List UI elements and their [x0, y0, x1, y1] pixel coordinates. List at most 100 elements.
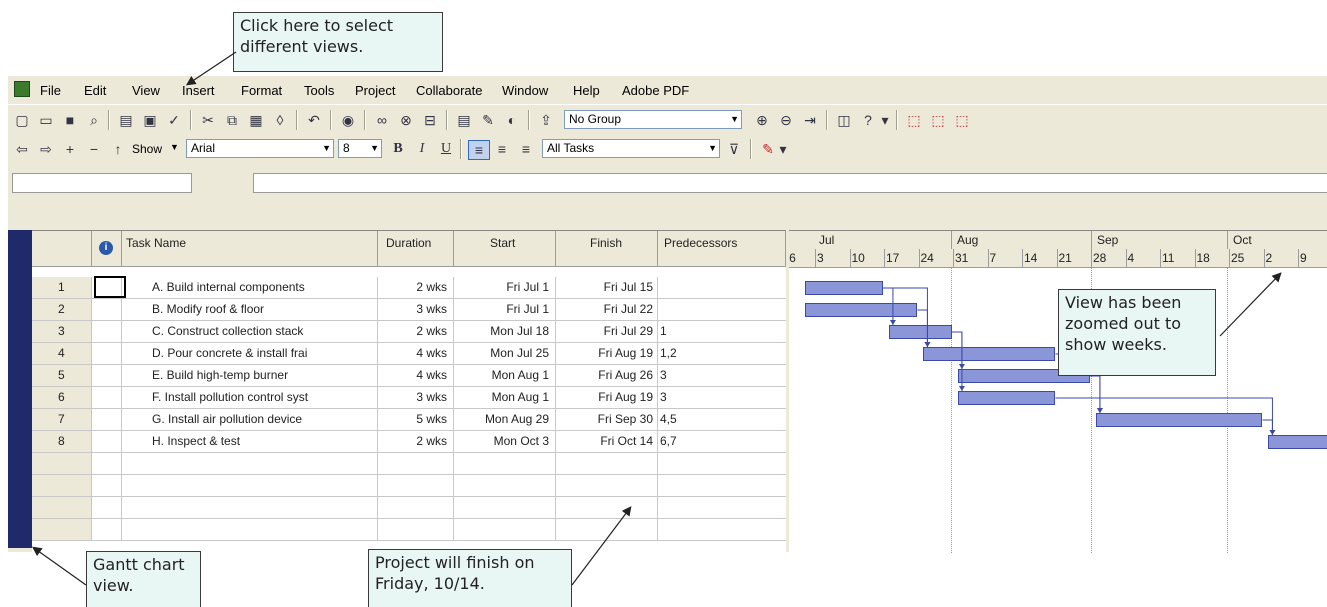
- entry-field[interactable]: [253, 173, 1327, 193]
- indicator-cell[interactable]: [92, 299, 122, 320]
- predecessors-cell[interactable]: 1,2: [658, 343, 786, 364]
- indent-icon[interactable]: ⇨: [36, 140, 56, 158]
- assign-resources-icon[interactable]: ◐: [502, 111, 522, 129]
- zoom-out-icon[interactable]: ⊖: [776, 111, 796, 129]
- predecessors-cell[interactable]: [658, 453, 786, 474]
- entry-cancel-area[interactable]: [12, 173, 192, 193]
- italic-button[interactable]: I: [412, 140, 432, 158]
- menu-project[interactable]: Project: [355, 83, 395, 98]
- font-select[interactable]: Arial ▼: [186, 139, 334, 158]
- finish-cell[interactable]: Fri Oct 14: [556, 431, 658, 452]
- task-name-cell[interactable]: [122, 453, 378, 474]
- duration-cell[interactable]: 4 wks: [378, 365, 454, 386]
- duration-cell[interactable]: [378, 519, 454, 540]
- table-row[interactable]: 5 E. Build high-temp burner 4 wks Mon Au…: [32, 365, 786, 387]
- menu-adobe-pdf[interactable]: Adobe PDF: [622, 83, 689, 98]
- save-icon[interactable]: ■: [60, 111, 80, 129]
- finish-cell[interactable]: [556, 453, 658, 474]
- align-left-icon[interactable]: ≡: [468, 140, 490, 160]
- scroll-to-task-icon[interactable]: ⇥: [800, 111, 820, 129]
- adobe-pdf-icon[interactable]: ⬚: [904, 111, 924, 129]
- duration-cell[interactable]: [378, 475, 454, 496]
- predecessors-cell[interactable]: 3: [658, 365, 786, 386]
- finish-cell[interactable]: Fri Sep 30: [556, 409, 658, 430]
- finish-cell[interactable]: Fri Aug 19: [556, 343, 658, 364]
- menu-format[interactable]: Format: [241, 83, 282, 98]
- start-cell[interactable]: Mon Aug 1: [454, 365, 556, 386]
- cut-icon[interactable]: ✂: [198, 111, 218, 129]
- duration-cell[interactable]: 2 wks: [378, 277, 454, 298]
- menu-help[interactable]: Help: [573, 83, 600, 98]
- predecessors-cell[interactable]: 6,7: [658, 431, 786, 452]
- task-name-cell[interactable]: [122, 475, 378, 496]
- duration-cell[interactable]: 4 wks: [378, 343, 454, 364]
- predecessors-cell[interactable]: [658, 475, 786, 496]
- finish-cell[interactable]: [556, 497, 658, 518]
- gantt-chart[interactable]: Jul Aug Sep Oct 263101724317142128411182…: [789, 230, 1327, 553]
- start-cell[interactable]: Mon Oct 3: [454, 431, 556, 452]
- menu-edit[interactable]: Edit: [84, 83, 106, 98]
- table-row-empty[interactable]: [32, 497, 786, 519]
- start-cell[interactable]: Mon Jul 18: [454, 321, 556, 342]
- start-cell[interactable]: [454, 497, 556, 518]
- help-icon[interactable]: ?: [858, 111, 878, 129]
- copy-picture-icon[interactable]: ◫: [834, 111, 854, 129]
- outdent-icon[interactable]: ⇦: [12, 140, 32, 158]
- duration-column-header[interactable]: Duration: [378, 231, 454, 267]
- duration-cell[interactable]: 2 wks: [378, 321, 454, 342]
- predecessors-cell[interactable]: [658, 519, 786, 540]
- task-name-cell[interactable]: A. Build internal components: [122, 277, 378, 298]
- link-tasks-icon[interactable]: ∞: [372, 111, 392, 129]
- copy-icon[interactable]: ⧉: [222, 111, 242, 129]
- table-row[interactable]: 7 G. Install air pollution device 5 wks …: [32, 409, 786, 431]
- adobe-pdf-email-icon[interactable]: ⬚: [928, 111, 948, 129]
- finish-cell[interactable]: Fri Aug 19: [556, 387, 658, 408]
- menu-collaborate[interactable]: Collaborate: [416, 83, 483, 98]
- menu-tools[interactable]: Tools: [304, 83, 334, 98]
- zoom-in-icon[interactable]: ⊕: [752, 111, 772, 129]
- menu-view[interactable]: View: [132, 83, 160, 98]
- finish-cell[interactable]: [556, 519, 658, 540]
- spelling-icon[interactable]: ✓: [164, 111, 184, 129]
- format-painter-icon[interactable]: ◊: [270, 111, 290, 129]
- duration-cell[interactable]: 3 wks: [378, 387, 454, 408]
- project-app-icon[interactable]: [14, 81, 30, 97]
- start-cell[interactable]: Mon Aug 1: [454, 387, 556, 408]
- duration-cell[interactable]: [378, 497, 454, 518]
- task-name-cell[interactable]: [122, 497, 378, 518]
- open-icon[interactable]: ▭: [36, 111, 56, 129]
- autofilter-icon[interactable]: ⊽: [724, 140, 744, 158]
- table-row[interactable]: 2 B. Modify roof & floor 3 wks Fri Jul 1…: [32, 299, 786, 321]
- start-cell[interactable]: [454, 475, 556, 496]
- show-all-icon[interactable]: ↑: [108, 140, 128, 158]
- new-icon[interactable]: ▢: [12, 111, 32, 129]
- indicators-column-header[interactable]: i: [92, 231, 122, 267]
- finish-cell[interactable]: Fri Jul 15: [556, 277, 658, 298]
- print-preview-icon[interactable]: ▣: [140, 111, 160, 129]
- indicator-cell[interactable]: [92, 431, 122, 452]
- duration-cell[interactable]: 2 wks: [378, 431, 454, 452]
- indicator-cell[interactable]: [92, 519, 122, 540]
- predecessors-cell[interactable]: [658, 299, 786, 320]
- undo-icon[interactable]: ↶: [304, 111, 324, 129]
- group-select[interactable]: No Group ▼: [564, 110, 742, 129]
- hide-subtasks-icon[interactable]: −: [84, 140, 104, 158]
- duration-cell[interactable]: 3 wks: [378, 299, 454, 320]
- print-icon[interactable]: ▤: [116, 111, 136, 129]
- duration-cell[interactable]: 5 wks: [378, 409, 454, 430]
- menu-insert[interactable]: Insert: [182, 83, 215, 98]
- hyperlink-icon[interactable]: ◉: [338, 111, 358, 129]
- indicator-cell[interactable]: [92, 343, 122, 364]
- indicator-cell[interactable]: [92, 365, 122, 386]
- task-name-column-header[interactable]: Task Name: [122, 231, 378, 267]
- predecessors-column-header[interactable]: Predecessors: [658, 231, 786, 267]
- start-cell[interactable]: [454, 519, 556, 540]
- task-notes-icon[interactable]: ✎: [478, 111, 498, 129]
- start-cell[interactable]: Fri Jul 1: [454, 277, 556, 298]
- start-cell[interactable]: Mon Aug 29: [454, 409, 556, 430]
- menu-window[interactable]: Window: [502, 83, 548, 98]
- align-right-icon[interactable]: ≡: [516, 140, 536, 158]
- table-row[interactable]: 4 D. Pour concrete & install frai 4 wks …: [32, 343, 786, 365]
- finish-column-header[interactable]: Finish: [556, 231, 658, 267]
- unlink-tasks-icon[interactable]: ⊗: [396, 111, 416, 129]
